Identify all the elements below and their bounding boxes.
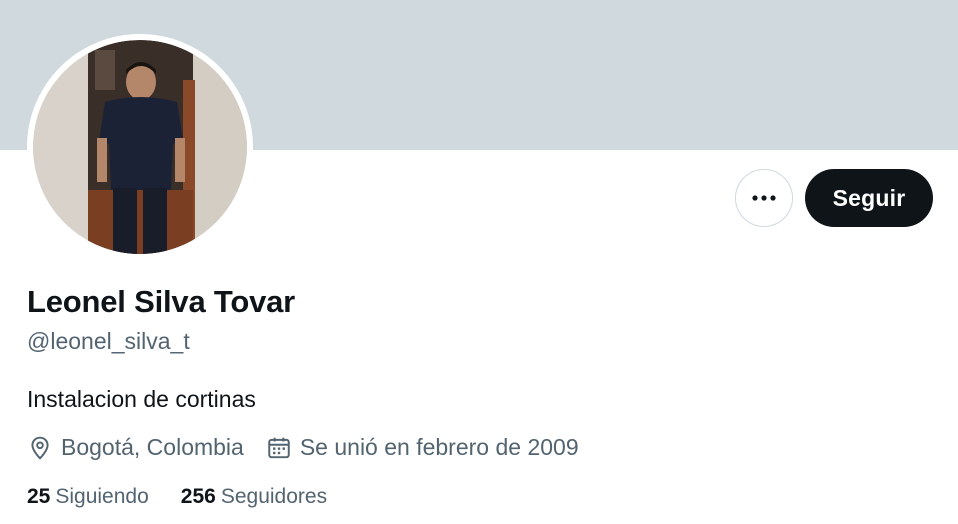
following-label: Siguiendo (55, 485, 149, 508)
following-count: 25 (27, 485, 51, 508)
joined-text: Se unió en febrero de 2009 (299, 434, 579, 460)
profile-name: Leonel Silva Tovar (27, 284, 296, 319)
location-pin-icon (31, 436, 49, 460)
followers-label: Seguidores (220, 485, 328, 508)
profile-stats: 25 Siguiendo 256 Seguidores (27, 485, 359, 509)
location-item: Bogotá, Colombia (27, 434, 244, 461)
profile-handle: @leonel_silva_t (27, 328, 190, 354)
follow-button[interactable]: Seguir (805, 169, 933, 227)
calendar-icon (268, 437, 290, 458)
joined-item: Se unió en febrero de 2009 (266, 434, 579, 461)
followers-link[interactable]: 256 Seguidores (181, 485, 327, 509)
following-link[interactable]: 25 Siguiendo (27, 485, 149, 509)
location-text: Bogotá, Colombia (61, 434, 244, 460)
more-options-button[interactable] (735, 169, 793, 227)
followers-count: 256 (180, 485, 216, 508)
profile-bio: Instalacion de cortinas (27, 386, 256, 412)
avatar[interactable] (33, 40, 247, 254)
more-horizontal-icon (752, 195, 776, 201)
avatar-frame (27, 34, 253, 260)
profile-meta: Bogotá, Colombia Se unió en febrero de 2… (27, 434, 601, 461)
